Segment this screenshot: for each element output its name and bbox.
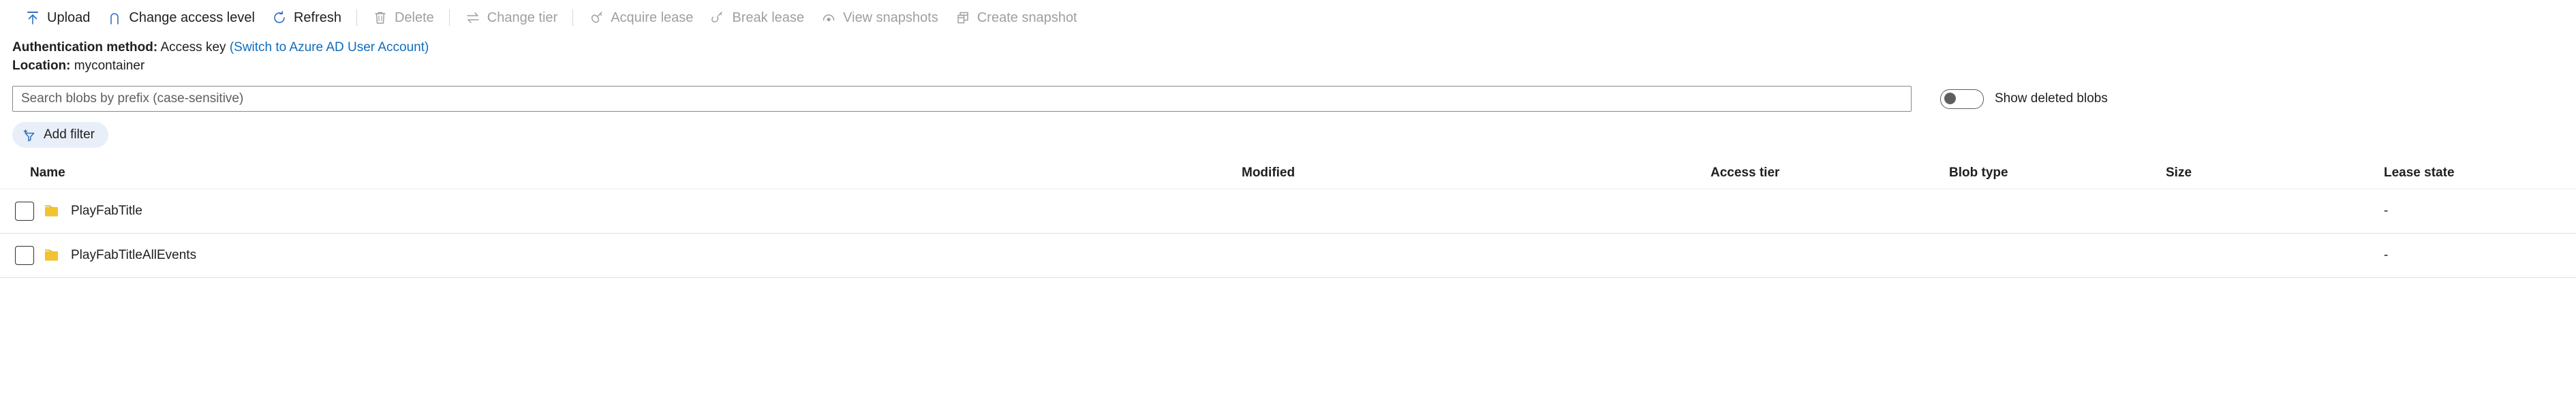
row-modified-cell <box>1242 233 1711 278</box>
acquire-lease-label: Acquire lease <box>611 10 694 25</box>
table-body: PlayFabTitle - PlayFabTitleAllEvents - <box>0 189 2576 278</box>
row-lease-state-cell: - <box>2384 189 2576 234</box>
snapshot-eye-icon <box>821 10 837 26</box>
container-info: Authentication method: Access key (Switc… <box>0 35 2576 75</box>
acquire-lease-button[interactable]: Acquire lease <box>580 5 701 31</box>
blob-list-table: Name Modified Access tier Blob type Size… <box>0 166 2576 278</box>
refresh-label: Refresh <box>293 10 341 25</box>
command-toolbar: Upload Change access level Refresh Delet… <box>0 0 2576 35</box>
lock-icon <box>106 10 123 26</box>
trash-icon <box>372 10 388 26</box>
change-access-level-label: Change access level <box>129 10 255 25</box>
delete-button[interactable]: Delete <box>364 5 442 31</box>
show-deleted-blobs-label: Show deleted blobs <box>1995 91 2108 106</box>
table-row[interactable]: PlayFabTitle - <box>0 189 2576 234</box>
folder-icon <box>44 248 61 263</box>
swap-arrows-icon <box>465 10 481 26</box>
row-modified-cell <box>1242 189 1711 234</box>
filter-row: Add filter <box>0 112 2576 148</box>
view-snapshots-label: View snapshots <box>843 10 938 25</box>
create-snapshot-icon <box>955 10 971 26</box>
refresh-icon <box>271 10 288 26</box>
search-row: Show deleted blobs <box>0 75 2576 112</box>
row-checkbox-cell <box>0 189 34 234</box>
delete-label: Delete <box>394 10 434 25</box>
row-checkbox-cell <box>0 233 34 278</box>
create-snapshot-label: Create snapshot <box>977 10 1077 25</box>
location-value: mycontainer <box>74 59 145 73</box>
add-filter-label: Add filter <box>44 127 95 142</box>
column-header-modified[interactable]: Modified <box>1242 166 1711 189</box>
row-size-cell <box>2166 233 2384 278</box>
row-access-tier-cell <box>1711 189 1949 234</box>
column-header-name[interactable]: Name <box>30 166 1242 189</box>
authentication-method-value: Access key <box>160 40 226 54</box>
break-lease-button[interactable]: Break lease <box>701 5 812 31</box>
column-header-blob-type[interactable]: Blob type <box>1949 166 2166 189</box>
row-blob-type-cell <box>1949 233 2166 278</box>
row-name-cell: PlayFabTitle <box>30 189 1242 234</box>
change-access-level-button[interactable]: Change access level <box>98 5 263 31</box>
search-input[interactable] <box>12 86 1912 112</box>
authentication-method-label: Authentication method: <box>12 40 158 54</box>
row-access-tier-cell <box>1711 233 1949 278</box>
row-blob-type-cell <box>1949 189 2166 234</box>
column-header-access-tier[interactable]: Access tier <box>1711 166 1949 189</box>
blob-name-link[interactable]: PlayFabTitleAllEvents <box>71 248 196 263</box>
table-row[interactable]: PlayFabTitleAllEvents - <box>0 233 2576 278</box>
row-lease-state-cell: - <box>2384 233 2576 278</box>
toolbar-separator <box>572 10 574 26</box>
add-filter-button[interactable]: Add filter <box>12 122 108 148</box>
create-snapshot-button[interactable]: Create snapshot <box>947 5 1086 31</box>
authentication-method-line: Authentication method: Access key (Switc… <box>12 38 2576 57</box>
broken-key-icon <box>709 10 726 26</box>
toolbar-separator <box>448 10 450 26</box>
location-label: Location: <box>12 59 71 73</box>
change-tier-button[interactable]: Change tier <box>457 5 566 31</box>
refresh-button[interactable]: Refresh <box>263 5 350 31</box>
table-header: Name Modified Access tier Blob type Size… <box>0 166 2576 189</box>
add-filter-icon <box>22 127 38 143</box>
show-deleted-blobs-toggle[interactable] <box>1940 89 1984 109</box>
toolbar-separator <box>356 10 357 26</box>
show-deleted-blobs-control: Show deleted blobs <box>1940 89 2108 109</box>
location-line: Location: mycontainer <box>12 57 2576 75</box>
select-all-header <box>0 166 30 189</box>
switch-to-azure-ad-link[interactable]: (Switch to Azure AD User Account) <box>230 40 429 54</box>
table-header-row: Name Modified Access tier Blob type Size… <box>0 166 2576 189</box>
row-size-cell <box>2166 189 2384 234</box>
upload-button[interactable]: Upload <box>16 5 98 31</box>
column-header-lease-state[interactable]: Lease state <box>2384 166 2576 189</box>
break-lease-label: Break lease <box>732 10 805 25</box>
row-name-cell: PlayFabTitleAllEvents <box>30 233 1242 278</box>
key-icon <box>588 10 604 26</box>
upload-icon <box>25 10 41 26</box>
blob-name-link[interactable]: PlayFabTitle <box>71 204 142 219</box>
view-snapshots-button[interactable]: View snapshots <box>812 5 947 31</box>
toggle-knob <box>1944 92 1956 104</box>
folder-icon <box>44 204 61 219</box>
column-header-size[interactable]: Size <box>2166 166 2384 189</box>
upload-label: Upload <box>47 10 91 25</box>
change-tier-label: Change tier <box>487 10 558 25</box>
